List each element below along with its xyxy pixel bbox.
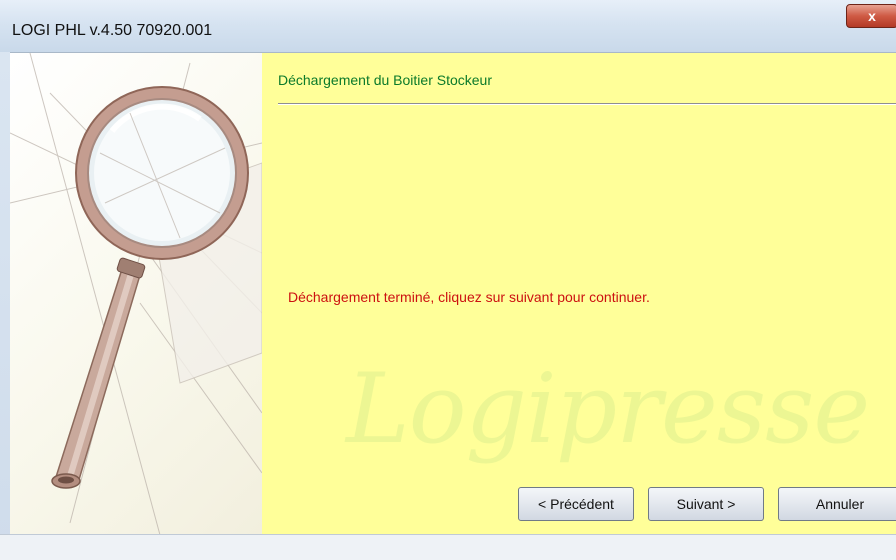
logipresse-watermark: Logipresse [346, 353, 870, 465]
cancel-button[interactable]: Annuler [778, 487, 896, 521]
illustration-panel [10, 53, 262, 534]
previous-button[interactable]: < Précédent [518, 487, 634, 521]
title-bar[interactable]: LOGI PHL v.4.50 70920.001 x [0, 0, 896, 52]
cancel-button-label: Annuler [815, 496, 865, 512]
next-button-label: Suivant > [676, 496, 736, 512]
previous-button-label: < Précédent [538, 496, 614, 512]
wizard-window: LOGI PHL v.4.50 70920.001 x Déchargement… [0, 0, 896, 560]
status-bar [0, 534, 896, 560]
window-title: LOGI PHL v.4.50 70920.001 [12, 22, 213, 39]
close-icon: x [868, 8, 876, 24]
heading-divider [278, 103, 896, 105]
next-button[interactable]: Suivant > [648, 487, 764, 521]
wizard-client-area: Déchargement du Boitier Stockeur Logipre… [10, 52, 896, 534]
magnifying-glass-icon [10, 53, 262, 534]
close-button[interactable]: x [846, 4, 896, 28]
status-message: Déchargement terminé, cliquez sur suivan… [288, 289, 650, 305]
page-heading: Déchargement du Boitier Stockeur [278, 72, 492, 88]
content-panel: Déchargement du Boitier Stockeur Logipre… [262, 53, 896, 534]
